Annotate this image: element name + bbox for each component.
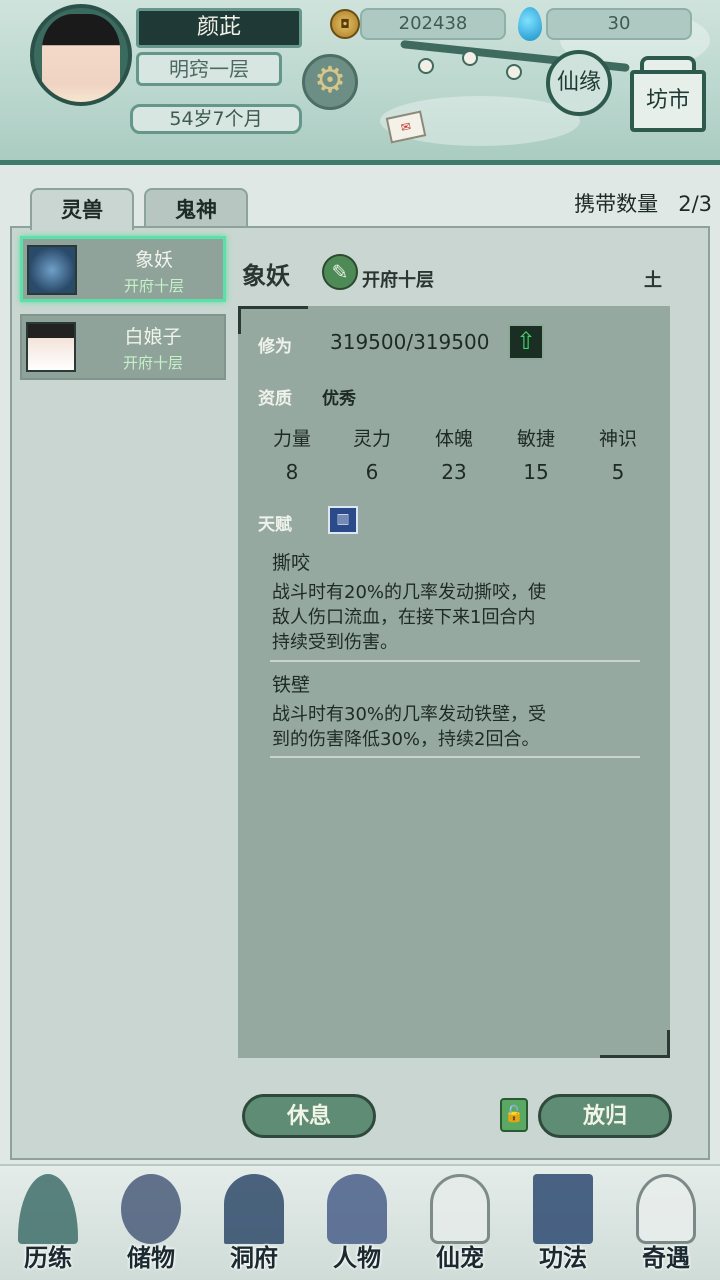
nav-item-technique[interactable]: 功法 (515, 1168, 611, 1280)
player-realm: 明窍一层 (136, 52, 282, 86)
nav-label: 仙宠 (436, 1243, 484, 1272)
player-avatar[interactable] (30, 4, 132, 106)
elephant-demon-portrait-icon (27, 245, 77, 295)
talent-description-line: 战斗时有30%的几率发动铁壁，受 (272, 704, 547, 725)
cultivation-label: 修为 (258, 337, 292, 357)
nav-label: 储物 (127, 1243, 175, 1272)
nav-item-character[interactable]: 人物 (309, 1168, 405, 1280)
person-icon (327, 1174, 387, 1244)
stat-spirit-label: 灵力 (352, 428, 391, 450)
carry-count-value: 2/3 (678, 192, 712, 216)
player-age: 54岁7个月 (130, 104, 302, 134)
rest-button[interactable]: 休息 (242, 1094, 376, 1138)
talent-description-line: 持续受到伤害。 (272, 632, 398, 653)
mountain-icon (18, 1174, 78, 1244)
stat-spirit-value: 6 (365, 460, 379, 484)
cultivation-value: 319500/319500 (330, 330, 490, 354)
rename-brush-icon[interactable]: ✎ (322, 254, 358, 290)
corner-decoration (600, 1030, 670, 1058)
avatar-portrait (42, 14, 120, 102)
scroll-book-icon (533, 1174, 593, 1244)
crane-icon (636, 1174, 696, 1244)
nav-label: 奇遇 (642, 1243, 690, 1272)
currency-amount: 202438 (360, 8, 506, 40)
nav-label: 人物 (333, 1243, 381, 1272)
nav-item-encounter[interactable]: 奇遇 (618, 1168, 714, 1280)
market-button[interactable]: 坊市 (630, 70, 706, 132)
gem-amount: 30 (546, 8, 692, 40)
stat-body-label: 体魄 (434, 428, 473, 450)
stat-strength-value: 8 (285, 460, 299, 484)
spirit-stone-icon (518, 7, 542, 41)
blossom-icon (462, 50, 478, 66)
stat-agility-value: 15 (523, 460, 549, 484)
settings-gear-icon[interactable]: ⚙ (302, 54, 358, 110)
talent-description-line: 战斗时有20%的几率发动撕咬，使 (272, 582, 547, 603)
pet-list-item[interactable]: 白娘子 开府十层 (20, 314, 226, 380)
nav-item-pet[interactable]: 仙宠 (412, 1168, 508, 1280)
lock-icon[interactable]: 🔓 (500, 1098, 528, 1132)
talent-divider (270, 756, 640, 758)
bag-icon (121, 1174, 181, 1244)
talent-divider (270, 660, 640, 662)
blossom-icon (418, 58, 434, 74)
pet-level: 开府十层 (122, 354, 183, 372)
pet-element: 土 (644, 270, 662, 291)
tab-spirit-beast[interactable]: 灵兽 (30, 188, 134, 230)
aptitude-value: 优秀 (322, 389, 356, 409)
ghost-pet-icon (430, 1174, 490, 1244)
stat-body-value: 23 (441, 460, 467, 484)
lady-bai-portrait-icon (26, 322, 76, 372)
talent-description-line: 到的伤害降低30%，持续2回合。 (272, 729, 540, 750)
talent-description-line: 敌人伤口流血，在接下来1回合内 (272, 607, 536, 628)
carry-count-label: 携带数量 (574, 192, 659, 216)
nav-label: 历练 (24, 1243, 72, 1272)
nav-item-storage[interactable]: 储物 (103, 1168, 199, 1280)
talent-name: 撕咬 (272, 552, 311, 574)
release-button[interactable]: 放归 (538, 1094, 672, 1138)
pagoda-icon (224, 1174, 284, 1244)
pet-detail-name: 象妖 (242, 261, 290, 290)
pet-level: 开府十层 (123, 277, 184, 295)
stat-sense-label: 神识 (598, 428, 637, 450)
nav-item-cave[interactable]: 洞府 (206, 1168, 302, 1280)
tab-ghost-god[interactable]: 鬼神 (144, 188, 248, 228)
upgrade-arrow-icon[interactable]: ⇧ (508, 324, 544, 360)
stat-agility-label: 敏捷 (516, 428, 555, 450)
pet-list-item[interactable]: 象妖 开府十层 (20, 236, 226, 302)
talent-label: 天赋 (258, 515, 292, 535)
pet-name: 白娘子 (124, 326, 182, 348)
stat-strength-label: 力量 (272, 428, 311, 450)
talent-book-icon[interactable]: ▥ (328, 506, 358, 534)
nav-label: 功法 (539, 1243, 587, 1272)
aptitude-label: 资质 (258, 389, 292, 409)
stat-sense-value: 5 (611, 460, 625, 484)
talent-name: 铁壁 (272, 674, 311, 696)
corner-decoration (238, 306, 308, 334)
coin-icon: ◘ (330, 9, 360, 39)
carry-count: 携带数量 2/3 (548, 188, 712, 216)
xianyuan-button[interactable]: 仙缘 (546, 50, 612, 116)
nav-label: 洞府 (230, 1243, 278, 1272)
nav-item-training[interactable]: 历练 (0, 1168, 96, 1280)
player-name: 颜茈 (136, 8, 302, 48)
pet-name: 象妖 (134, 249, 173, 271)
blossom-icon (506, 64, 522, 80)
pet-detail-level: 开府十层 (362, 270, 434, 291)
